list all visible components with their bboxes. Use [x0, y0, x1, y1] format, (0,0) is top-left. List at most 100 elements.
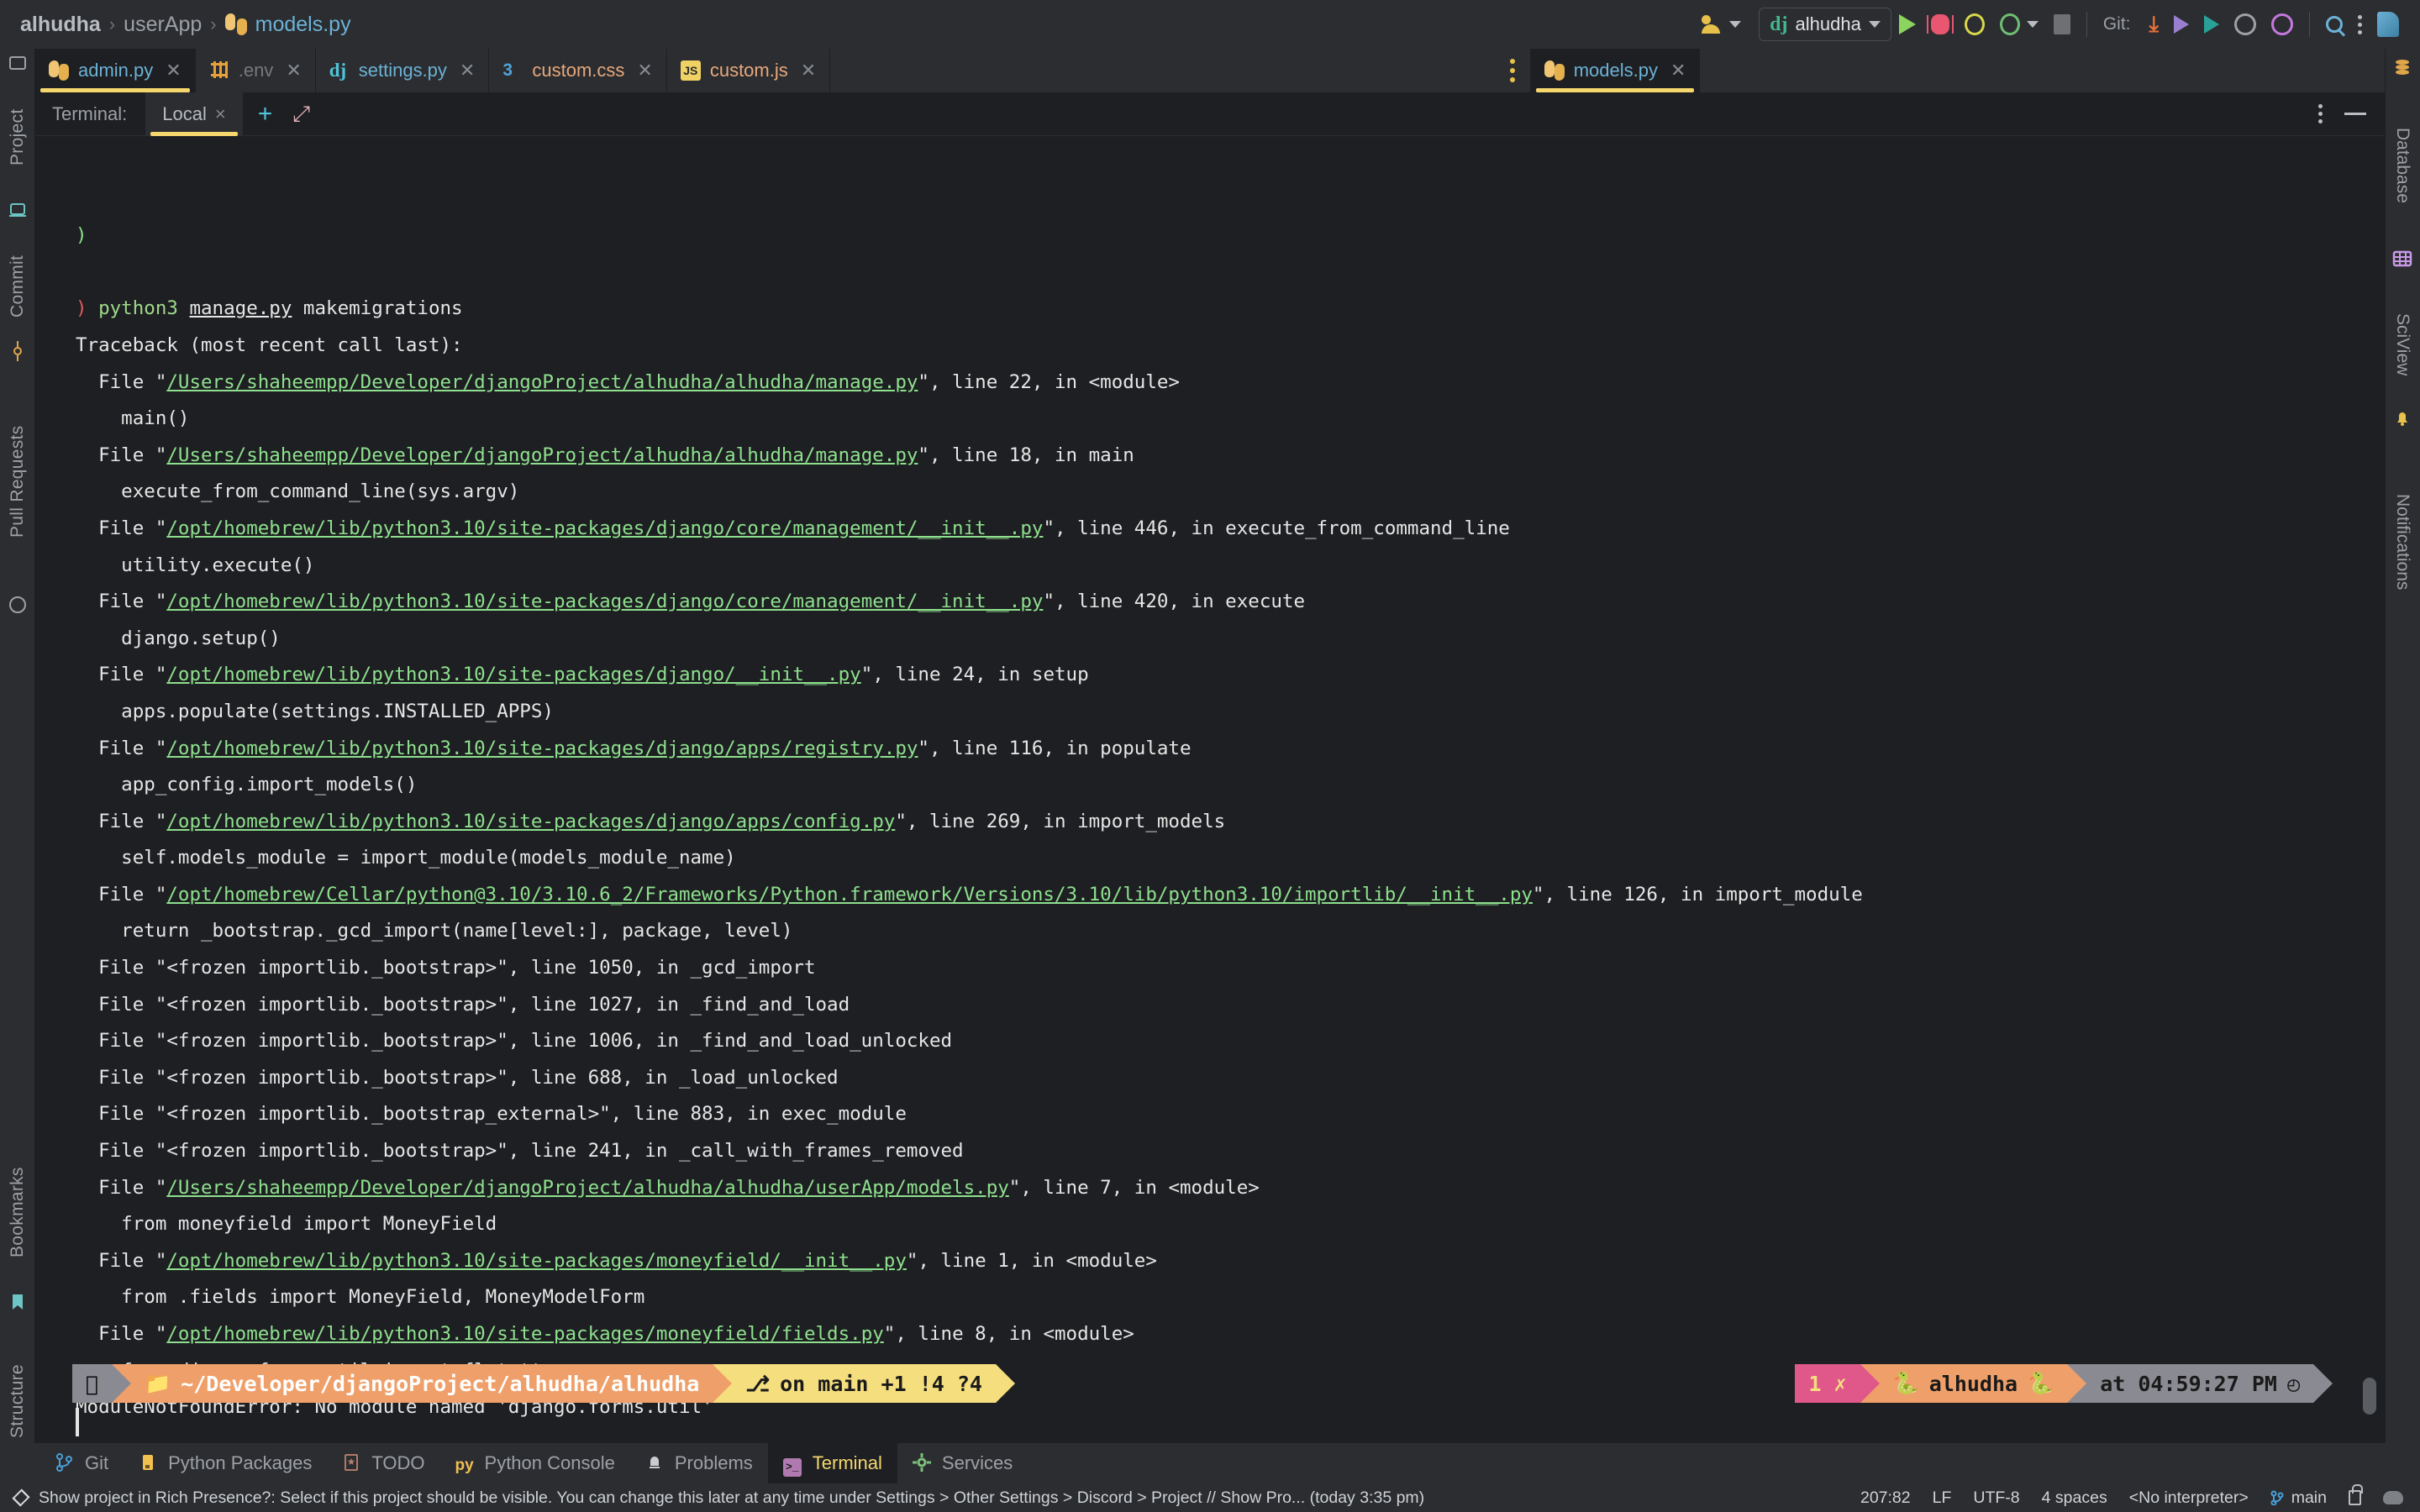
indent-setting[interactable]: 4 spaces	[2042, 1488, 2107, 1508]
close-icon[interactable]: ✕	[166, 60, 181, 81]
tool-window-label: Python Console	[484, 1452, 615, 1473]
coverage-icon[interactable]	[1957, 6, 1992, 43]
breadcrumb-project[interactable]: alhudha	[20, 13, 101, 37]
terminal-line: File "/opt/homebrew/Cellar/python@3.10/3…	[76, 883, 1863, 906]
breadcrumb-folder[interactable]: userApp	[124, 13, 202, 37]
tab-custom-js[interactable]: JS custom.js ✕	[667, 49, 831, 92]
rollback-icon[interactable]	[2264, 6, 2301, 43]
lock-icon[interactable]	[2349, 1484, 2363, 1505]
notifications-icon[interactable]	[2392, 408, 2412, 428]
tool-window-button-problems[interactable]: Problems	[630, 1443, 768, 1483]
caret-position[interactable]: 207:82	[1860, 1488, 1911, 1508]
python-packages-icon	[139, 1453, 159, 1473]
prompt-segment-text: 1 ✗	[1808, 1371, 1847, 1396]
jetbrains-ai-icon[interactable]	[2370, 6, 2407, 43]
tab-env[interactable]: .env ✕	[196, 49, 316, 92]
terminal-file-link[interactable]: /Users/shaheempp/Developer/djangoProject…	[166, 1177, 1008, 1199]
tab-admin-py[interactable]: admin.py ✕	[35, 49, 196, 92]
close-icon[interactable]: ✕	[637, 60, 652, 81]
sidebar-item-bookmarks[interactable]: Bookmarks	[0, 1132, 35, 1292]
terminal-line: )	[76, 224, 87, 247]
tab-settings-py[interactable]: dj settings.py ✕	[316, 49, 490, 92]
git-branch-widget[interactable]: main	[2270, 1488, 2327, 1508]
terminal-file-link[interactable]: /opt/homebrew/lib/python3.10/site-packag…	[166, 1250, 907, 1272]
terminal-file-link[interactable]: /Users/shaheempp/Developer/djangoProject…	[166, 371, 918, 393]
tool-window-label: Problems	[674, 1452, 753, 1473]
expand-icon[interactable]: ⤢	[287, 101, 315, 128]
tab-models-py[interactable]: models.py ✕	[1530, 49, 1701, 92]
terminal-file-link[interactable]: /opt/homebrew/lib/python3.10/site-packag…	[166, 811, 895, 832]
search-everywhere-icon[interactable]	[2318, 6, 2350, 43]
terminal-scrollbar[interactable]	[2363, 1378, 2376, 1415]
tool-window-button-python-console[interactable]: py Python Console	[440, 1443, 630, 1483]
close-icon[interactable]: ✕	[286, 60, 301, 81]
terminal-line: return _bootstrap._gcd_import(name[level…	[76, 920, 793, 942]
more-tabs-icon[interactable]	[1509, 59, 1515, 82]
sidebar-item-database[interactable]: Database	[2385, 86, 2420, 245]
status-message-area[interactable]: Show project in Rich Presence?: Select i…	[0, 1488, 1424, 1508]
terminal-file-link[interactable]: /opt/homebrew/lib/python3.10/site-packag…	[166, 738, 918, 759]
debug-icon[interactable]	[1923, 6, 1957, 43]
sidebar-item-sciview[interactable]: SciView	[2385, 277, 2420, 412]
close-icon[interactable]: ✕	[460, 60, 475, 81]
terminal-file-link[interactable]: /opt/homebrew/lib/python3.10/site-packag…	[166, 664, 860, 685]
merge-icon[interactable]	[2196, 6, 2227, 43]
git-icon	[55, 1453, 76, 1473]
commit-icon[interactable]	[8, 341, 28, 361]
minimize-icon[interactable]	[2344, 113, 2366, 115]
push-icon[interactable]	[2166, 6, 2196, 43]
stop-icon[interactable]	[2046, 6, 2078, 43]
github-icon[interactable]	[8, 595, 28, 615]
tab-custom-css[interactable]: 3 custom.css ✕	[489, 49, 667, 92]
profile-icon[interactable]	[1992, 6, 2046, 43]
tab-bar-filler	[1700, 49, 2385, 92]
terminal-line: File "<frozen importlib._bootstrap>", li…	[76, 1066, 839, 1089]
terminal-output[interactable]: ) ) python3 manage.py makemigrations Trac…	[35, 136, 2385, 1443]
interpreter-selector[interactable]: <No interpreter>	[2129, 1488, 2249, 1508]
project-icon[interactable]	[8, 54, 28, 74]
terminal-file-link[interactable]: /Users/shaheempp/Developer/djangoProject…	[166, 444, 918, 466]
file-encoding[interactable]: UTF-8	[1973, 1488, 2019, 1508]
terminal-icon: >_	[782, 1453, 803, 1477]
line-separator[interactable]: LF	[1933, 1488, 1952, 1508]
close-icon[interactable]: ✕	[1670, 60, 1686, 81]
update-project-icon[interactable]: ⤓	[2142, 6, 2167, 43]
terminal-tab-local[interactable]: Local ×	[145, 92, 243, 136]
laptop-icon[interactable]	[8, 200, 28, 220]
sidebar-item-project[interactable]: Project	[0, 74, 35, 200]
status-bar: Show project in Rich Presence?: Select i…	[0, 1483, 2420, 1512]
terminal-file-link[interactable]: /opt/homebrew/lib/python3.10/site-packag…	[166, 517, 1043, 539]
tool-window-button-git[interactable]: Git	[40, 1443, 124, 1483]
sidebar-item-notifications[interactable]: Notifications	[2385, 437, 2420, 647]
database-icon[interactable]	[2392, 57, 2412, 77]
breadcrumb-file[interactable]: models.py	[255, 13, 351, 37]
close-icon[interactable]: ×	[215, 103, 226, 125]
close-icon[interactable]: ✕	[801, 60, 816, 81]
users-icon[interactable]	[1694, 6, 1749, 43]
terminal-file-link: manage.py	[189, 297, 292, 320]
sciview-icon[interactable]	[2392, 249, 2412, 269]
tool-window-button-terminal[interactable]: >_ Terminal	[767, 1443, 897, 1483]
run-icon[interactable]	[1891, 6, 1923, 43]
sidebar-item-pull-requests[interactable]: Pull Requests	[0, 368, 35, 595]
terminal-line: File "/opt/homebrew/lib/python3.10/site-…	[76, 737, 1192, 759]
terminal-file-link[interactable]: /opt/homebrew/lib/python3.10/site-packag…	[166, 591, 1043, 612]
terminal-file-link[interactable]: /opt/homebrew/Cellar/python@3.10/3.10.6_…	[166, 884, 1533, 906]
terminal-file-link[interactable]: /opt/homebrew/lib/python3.10/site-packag…	[166, 1323, 883, 1345]
new-terminal-button[interactable]: +	[243, 101, 288, 127]
bookmarks-icon[interactable]	[8, 1292, 28, 1312]
more-options-icon[interactable]	[2350, 6, 2370, 43]
terminal-line: File "<frozen importlib._bootstrap_exter…	[76, 1103, 907, 1126]
tool-window-button-python-packages[interactable]: Python Packages	[124, 1443, 327, 1483]
sidebar-item-commit[interactable]: Commit	[0, 223, 35, 349]
more-options-icon[interactable]	[2318, 104, 2323, 123]
tool-window-label: TODO	[371, 1452, 425, 1473]
tool-window-button-services[interactable]: Services	[897, 1443, 1028, 1483]
run-configuration-selector[interactable]: dj alhudha	[1759, 8, 1891, 41]
prompt-segment-text: ~/Developer/djangoProject/alhudha/alhudh…	[168, 1371, 699, 1396]
history-icon[interactable]	[2227, 6, 2264, 43]
tool-window-button-todo[interactable]: TODO	[327, 1443, 439, 1483]
cloud-settings-icon[interactable]	[2383, 1491, 2403, 1504]
terminal-cursor	[76, 1408, 79, 1436]
